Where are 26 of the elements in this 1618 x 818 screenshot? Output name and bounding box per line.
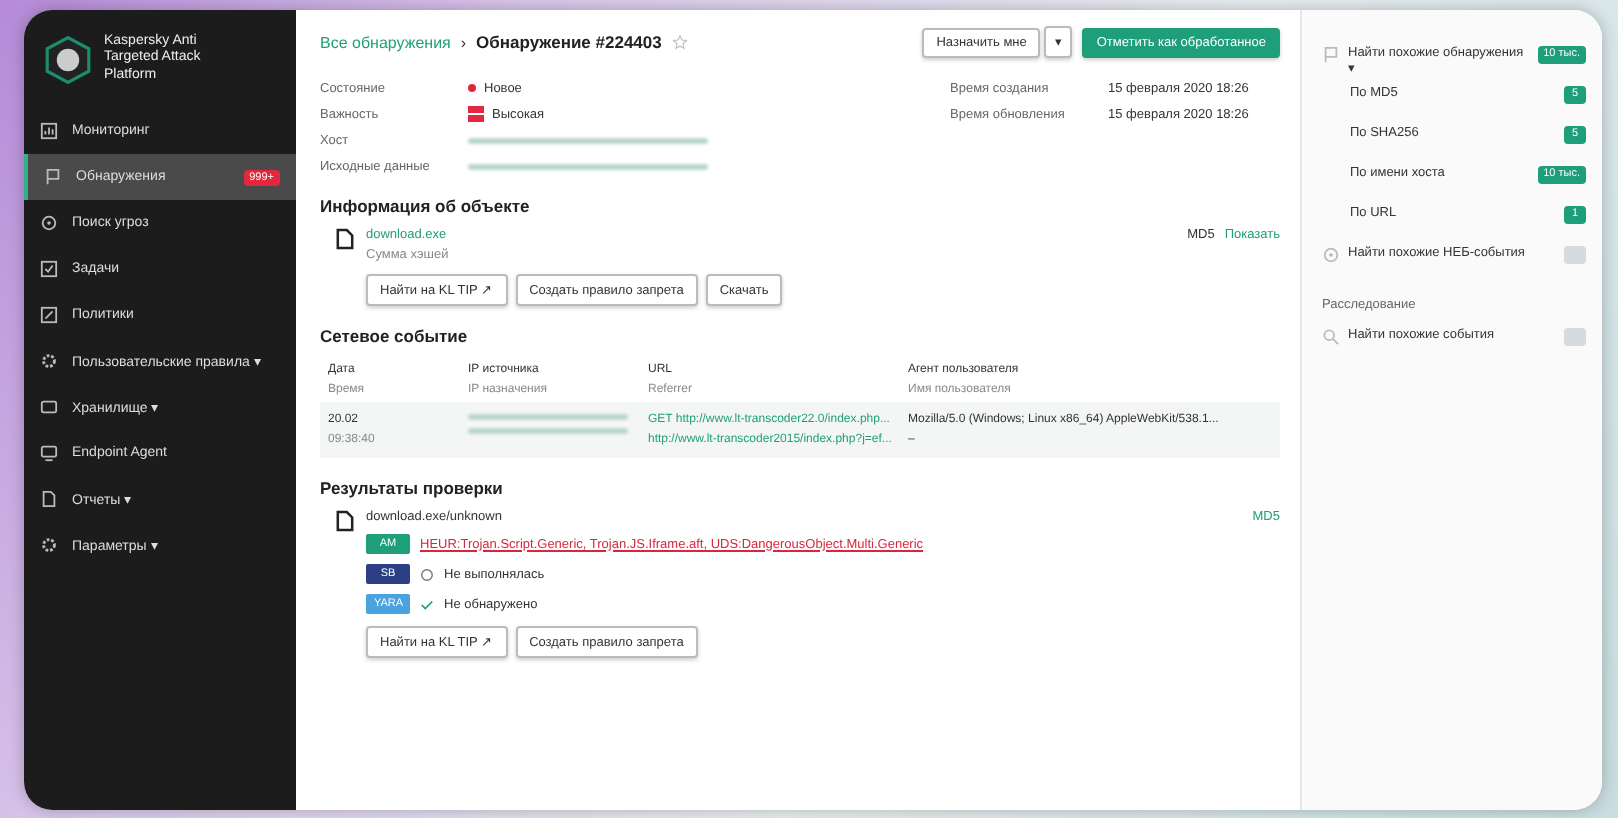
status-dot [468, 84, 476, 92]
checklist-icon [40, 260, 58, 279]
severity-icon [468, 106, 484, 122]
gear-icon [40, 536, 58, 555]
page-title: Обнаружение #224403 [476, 32, 662, 52]
check-icon [420, 597, 434, 611]
file-icon [336, 510, 354, 532]
section-title: Результаты проверки [320, 478, 505, 498]
logo-icon [44, 35, 92, 84]
folder-icon [40, 398, 58, 417]
star-icon[interactable] [671, 34, 688, 50]
gear-icon [40, 352, 58, 371]
target-icon [1322, 246, 1340, 264]
flag-icon [44, 168, 62, 187]
file-icon [336, 228, 354, 250]
search-icon [1322, 328, 1340, 346]
flag-icon [1322, 46, 1340, 64]
breadcrumb-separator: › [460, 33, 467, 51]
chart-icon [40, 122, 58, 141]
edit-icon [40, 306, 58, 325]
section-title: Информация об объекте [320, 196, 532, 216]
monitor-icon [40, 444, 58, 463]
section-title: Сетевое событие [320, 326, 470, 346]
document-icon [40, 490, 58, 509]
clock-icon [420, 567, 434, 581]
target-icon [40, 214, 58, 233]
